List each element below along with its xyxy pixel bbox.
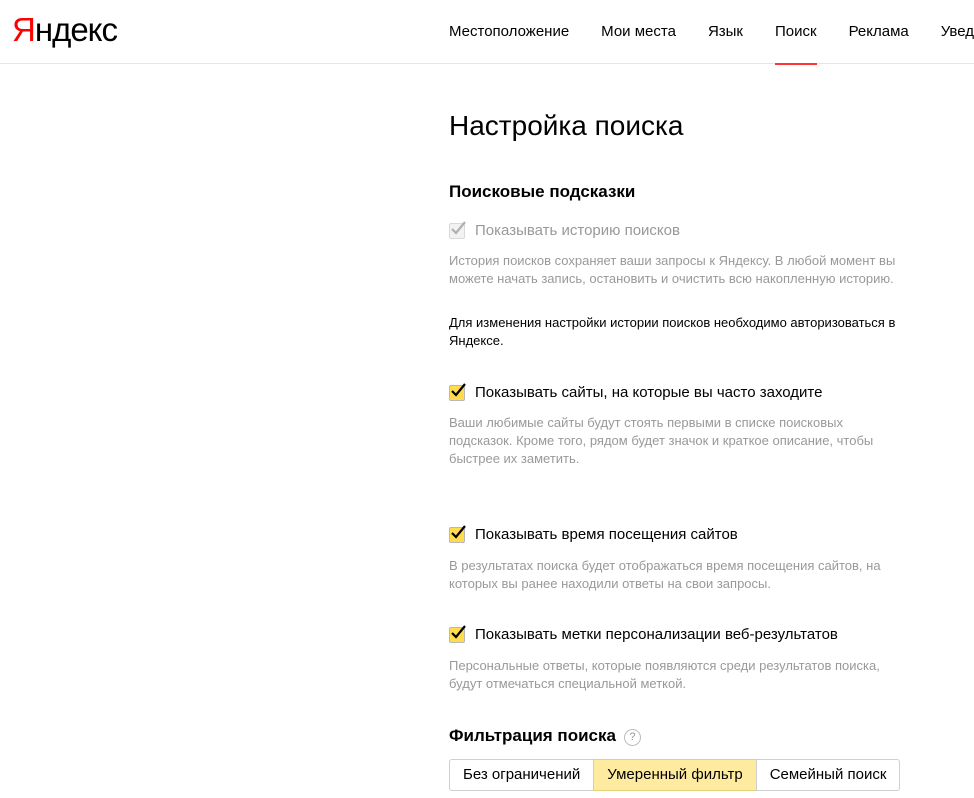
frequent-sites-checkbox[interactable] <box>449 383 466 401</box>
check-icon <box>451 383 466 397</box>
check-icon <box>451 625 466 639</box>
nav-item-language[interactable]: Язык <box>708 0 743 64</box>
logo-first-letter: Я <box>12 11 36 48</box>
filter-title-text: Фильтрация поиска <box>449 726 616 745</box>
page-title: Настройка поиска <box>449 110 684 141</box>
filter-option-unrestricted[interactable]: Без ограничений <box>449 759 595 791</box>
section-title-filter: Фильтрация поиска? <box>449 725 641 747</box>
logo-rest: ндекс <box>34 11 118 48</box>
frequent-sites-description: Ваши любимые сайты будут стоять первыми … <box>449 415 874 466</box>
visit-time-label[interactable]: Показывать время посещения сайтов <box>475 525 738 545</box>
nav-item-ads[interactable]: Реклама <box>849 0 909 64</box>
frequent-sites-label[interactable]: Показывать сайты, на которые вы часто за… <box>475 383 822 403</box>
settings-nav: Местоположение Мои места Язык Поиск Рекл… <box>449 0 974 65</box>
visit-time-checkbox[interactable] <box>449 525 466 543</box>
help-icon[interactable]: ? <box>623 729 641 746</box>
yandex-logo[interactable]: Яндекс <box>12 10 118 50</box>
nav-item-my-places[interactable]: Мои места <box>601 0 676 64</box>
history-label: Показывать историю поисков <box>475 222 680 239</box>
visit-time-checkbox-row[interactable]: Показывать время посещения сайтов <box>449 525 738 545</box>
nav-item-search[interactable]: Поиск <box>775 0 817 65</box>
nav-item-location[interactable]: Местоположение <box>449 0 569 64</box>
section-title-suggest: Поисковые подсказки <box>449 182 636 201</box>
filter-radio-group: Без ограничений Умеренный фильтр Семейны… <box>449 759 901 791</box>
personal-marks-label[interactable]: Показывать метки персонализации веб-резу… <box>475 625 838 645</box>
frequent-sites-checkbox-row[interactable]: Показывать сайты, на которые вы часто за… <box>449 383 822 403</box>
history-checkbox <box>449 221 466 239</box>
history-description: История поисков сохраняет ваши запросы к… <box>449 253 896 286</box>
personal-marks-checkbox-row[interactable]: Показывать метки персонализации веб-резу… <box>449 625 838 645</box>
filter-option-family[interactable]: Семейный поиск <box>755 759 901 791</box>
nav-item-notifications[interactable]: Увед <box>941 0 974 64</box>
top-header: Яндекс Местоположение Мои места Язык Пои… <box>0 0 974 65</box>
check-icon <box>451 525 466 539</box>
check-icon <box>451 221 466 235</box>
personal-marks-checkbox[interactable] <box>449 625 466 643</box>
visit-time-description: В результатах поиска будет отображаться … <box>449 558 881 591</box>
history-checkbox-row: Показывать историю поисков <box>449 221 680 241</box>
filter-option-moderate[interactable]: Умеренный фильтр <box>593 759 757 791</box>
personal-marks-description: Персональные ответы, которые появляются … <box>449 658 880 691</box>
history-auth-note: Для изменения настройки истории поисков … <box>449 315 896 348</box>
